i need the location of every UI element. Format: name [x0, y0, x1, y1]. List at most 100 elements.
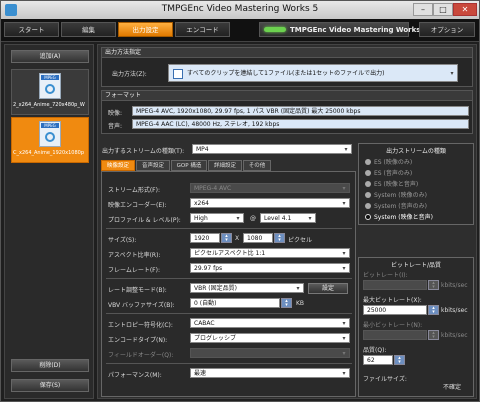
entropy-coding-select[interactable]: CABAC ▾: [190, 318, 350, 328]
bitrate-input[interactable]: [363, 280, 427, 290]
maximize-icon[interactable]: □: [433, 3, 453, 16]
nav-tab-start[interactable]: スタート: [4, 22, 59, 37]
chevron-down-icon: ▾: [342, 250, 346, 257]
tab-advanced-settings[interactable]: 詳細設定: [208, 160, 242, 171]
field-order-select[interactable]: ▾: [190, 348, 350, 358]
options-button[interactable]: オプション: [419, 22, 475, 37]
stream-type-select[interactable]: MP4 ▾: [192, 144, 352, 154]
aspect-ratio-label: アスペクト比率(R):: [108, 252, 161, 259]
divider: [106, 313, 352, 314]
aspect-ratio-select[interactable]: ピクセルアスペクト比 1:1 ▾: [190, 248, 350, 258]
quality-spinner[interactable]: ▴ ▾: [394, 355, 405, 365]
radio-es-video-audio[interactable]: ES (映像と音声): [365, 179, 418, 188]
min-bitrate-input[interactable]: [363, 330, 427, 340]
stream-type-label: 出力するストリームの種類(T):: [102, 148, 185, 155]
vbv-buffer-spinner[interactable]: ▴ ▾: [281, 298, 292, 308]
bitrate-label: ビットレート(I):: [363, 272, 408, 279]
mpeg-file-icon: MPEG: [39, 121, 61, 147]
rate-settings-button[interactable]: 設定: [308, 283, 348, 294]
rate-mode-select[interactable]: VBR (固定品質) ▾: [190, 283, 304, 293]
chevron-down-icon: ▾: [342, 350, 346, 357]
tab-video-settings[interactable]: 映像設定: [101, 160, 135, 171]
radio-label: System (映像のみ): [374, 192, 427, 199]
max-bitrate-spinner[interactable]: ▴ ▾: [428, 305, 439, 315]
height-spinner[interactable]: ▴ ▾: [274, 233, 285, 243]
output-method-label: 出力方法(Z):: [112, 71, 147, 78]
height-input[interactable]: 1080: [243, 233, 273, 243]
level-value: Level 4.1: [264, 215, 292, 222]
profile-level-label: プロファイル & レベル(P):: [108, 217, 181, 224]
tab-gop-structure[interactable]: GOP 構造: [171, 160, 207, 171]
clip-item[interactable]: MPEG 2_x264_Anime_720x480p_W: [11, 69, 89, 115]
close-icon[interactable]: ✕: [453, 3, 477, 16]
disc-icon: [45, 132, 55, 142]
output-method-icon: [173, 69, 183, 79]
max-bitrate-input[interactable]: 25000: [363, 305, 427, 315]
video-settings-panel: ストリーム形式(F): MPEG-4 AVC ▾ 映像エンコーダー(E): x26…: [101, 171, 356, 397]
radio-es-video[interactable]: ES (映像のみ): [365, 157, 412, 166]
radio-system-video-audio[interactable]: System (映像と音声): [365, 212, 433, 221]
clip-name: C_x264_Anime_1920x1080p: [13, 150, 85, 156]
size-times: X: [235, 235, 240, 242]
clip-name: 2_x264_Anime_720x480p_W: [13, 102, 85, 108]
output-method-select[interactable]: すべてのクリップを連結して1ファイル(または1セットのファイルで出力) ▾: [168, 64, 458, 82]
performance-value: 最速: [194, 370, 207, 377]
nav-tab-encode[interactable]: エンコード: [175, 22, 230, 37]
chevron-down-icon: ▾: [296, 285, 300, 292]
mpeg-file-icon: MPEG: [39, 73, 61, 99]
radio-label: ES (音声のみ): [374, 170, 413, 177]
app-window: TMPGEnc Video Mastering Works 5 – □ ✕ スタ…: [0, 0, 480, 402]
bitrate-quality-group: ビットレート/品質 ビットレート(I): ▴ ▾ kbits/sec 最大ビットレ…: [358, 257, 474, 397]
window-title: TMPGEnc Video Mastering Works 5: [161, 4, 319, 14]
bitrate-spinner[interactable]: ▴ ▾: [428, 280, 439, 290]
radio-es-audio[interactable]: ES (音声のみ): [365, 168, 412, 177]
status-led-icon: [264, 27, 286, 32]
divider: [106, 363, 352, 364]
encode-type-select[interactable]: プログレッシブ ▾: [190, 333, 350, 343]
framerate-label: フレームレート(F):: [108, 267, 160, 274]
tab-other[interactable]: その他: [243, 160, 271, 171]
clip-file-tag: MPEG: [41, 123, 59, 128]
brand-title: TMPGEnc Video Mastering Works 5: [290, 26, 428, 34]
stream-format-label: ストリーム形式(F):: [108, 187, 160, 194]
minimize-icon[interactable]: –: [413, 3, 433, 16]
chevron-down-icon: ▾: [342, 320, 346, 327]
performance-label: パフォーマンス(M):: [108, 372, 162, 379]
video-encoder-value: x264: [194, 200, 210, 207]
profile-select[interactable]: High ▾: [190, 213, 244, 223]
quality-input[interactable]: 62: [363, 355, 393, 365]
delete-clip-button[interactable]: 削除(D): [11, 359, 89, 372]
radio-system-video[interactable]: System (映像のみ): [365, 190, 427, 199]
chevron-down-icon: ▾: [308, 215, 312, 222]
add-clip-button[interactable]: 追加(A): [11, 50, 89, 63]
framerate-select[interactable]: 29.97 fps ▾: [190, 263, 350, 273]
chevron-down-icon: ▾: [236, 215, 240, 222]
max-bitrate-unit: kbits/sec: [441, 307, 468, 314]
radio-icon: [365, 203, 371, 209]
stream-format-select[interactable]: MPEG-4 AVC ▾: [190, 183, 350, 193]
radio-icon: [365, 170, 371, 176]
min-bitrate-spinner[interactable]: ▴ ▾: [428, 330, 439, 340]
width-spinner[interactable]: ▴ ▾: [221, 233, 232, 243]
bitrate-unit: kbits/sec: [441, 282, 468, 289]
width-input[interactable]: 1920: [190, 233, 220, 243]
video-format-summary: MPEG-4 AVC, 1920x1080, 29.97 fps, 1 パス V…: [132, 106, 469, 116]
output-method-value: すべてのクリップを連結して1ファイル(または1セットのファイルで出力): [187, 70, 385, 77]
pixel-unit: ピクセル: [288, 237, 313, 244]
divider: [106, 228, 352, 229]
clip-item-selected[interactable]: MPEG C_x264_Anime_1920x1080p: [11, 117, 89, 163]
nav-tab-output-settings[interactable]: 出力設定: [118, 22, 173, 37]
radio-system-audio[interactable]: System (音声のみ): [365, 201, 427, 210]
quality-label: 品質(Q):: [363, 347, 387, 354]
video-encoder-select[interactable]: x264 ▾: [190, 198, 350, 208]
tab-audio-settings[interactable]: 音声設定: [136, 160, 170, 171]
level-select[interactable]: Level 4.1 ▾: [260, 213, 316, 223]
chevron-down-icon: ▾: [342, 185, 346, 192]
save-button[interactable]: 保存(S): [11, 379, 89, 392]
nav-tab-edit[interactable]: 編集: [61, 22, 116, 37]
performance-select[interactable]: 最速 ▾: [190, 368, 350, 378]
audio-format-summary: MPEG-4 AAC (LC), 48000 Hz, ステレオ, 192 kbp…: [132, 119, 469, 129]
vbv-buffer-input[interactable]: 0 (自動): [190, 298, 280, 308]
divider: [106, 278, 352, 279]
vbv-buffer-label: VBV バッファサイズ(B):: [108, 302, 175, 309]
